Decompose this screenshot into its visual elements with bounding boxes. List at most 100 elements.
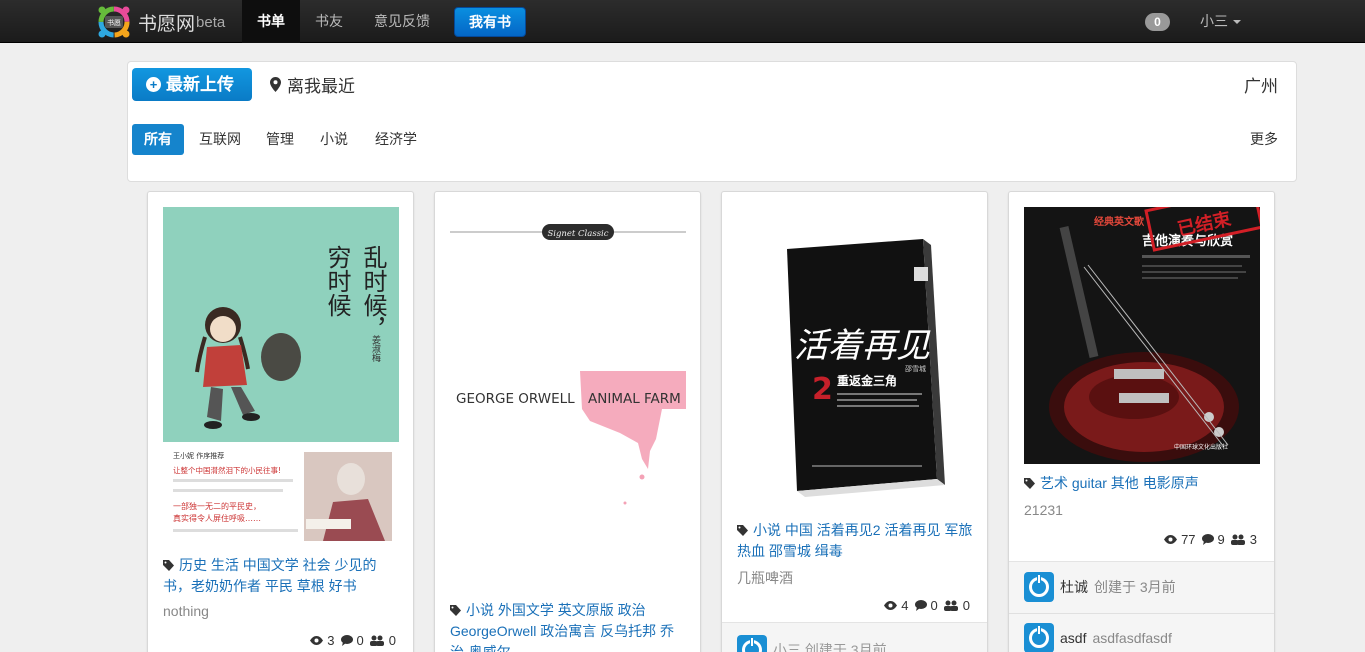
user-name: 小三 — [1200, 13, 1228, 29]
book-stats: 3 0 0 — [310, 633, 398, 648]
tags-icon — [1024, 474, 1037, 489]
comment-item[interactable]: asdf asdfasdfasdf — [1024, 623, 1172, 652]
tag-fiction[interactable]: 小说 — [308, 124, 360, 155]
user-menu[interactable]: 小三 — [1200, 0, 1241, 43]
comment-item[interactable]: 小三 创建于 3月前 — [737, 635, 887, 652]
book-tags[interactable]: 艺术 guitar 其他 电影原声 — [1024, 473, 1260, 494]
svg-text:重返金三角: 重返金三角 — [837, 373, 897, 388]
users-count: 3 — [1249, 532, 1257, 547]
comments-count: 9 — [1217, 532, 1225, 547]
svg-text:活着再见: 活着再见 — [794, 326, 931, 366]
book-stats: 4 0 0 — [884, 598, 972, 613]
book-card[interactable]: Signet Classic GEORGE ORWELL ANIMAL FARM… — [434, 191, 701, 652]
views-count: 77 — [1181, 532, 1196, 547]
users-count: 0 — [962, 598, 970, 613]
book-card[interactable]: 乱时候， 穷时候 姜淑梅 王小妮 作序推荐 让整个中国潸然泪下的小民往事! 一部… — [147, 191, 414, 652]
book-tags-text: 艺术 guitar 其他 电影原声 — [1040, 475, 1199, 491]
comments-count: 0 — [930, 598, 938, 613]
book-cover[interactable]: 乱时候， 穷时候 姜淑梅 王小妮 作序推荐 让整个中国潸然泪下的小民往事! 一部… — [163, 207, 399, 547]
book-card[interactable]: 经典英文歌 吉他演奏与欣赏 已结束 中国环球文化出版社 艺术 guitar 其他… — [1008, 191, 1275, 652]
top-navbar: 书愿 书愿网 beta 书单 书友 意见反馈 我有书 0 小三 — [0, 0, 1365, 43]
book-cover[interactable]: Signet Classic GEORGE ORWELL ANIMAL FARM — [450, 207, 686, 597]
i-have-book-button[interactable]: 我有书 — [454, 7, 526, 37]
users-count: 0 — [388, 633, 396, 648]
book-description: 几瓶啤酒 — [737, 570, 793, 586]
users-icon — [943, 600, 958, 611]
svg-text:Signet Classic: Signet Classic — [547, 229, 608, 239]
tags-icon — [737, 521, 750, 536]
divider — [1009, 613, 1274, 614]
svg-text:ANIMAL FARM: ANIMAL FARM — [588, 391, 681, 407]
nearby-filter[interactable]: 离我最近 — [270, 72, 355, 97]
svg-text:乱时候，: 乱时候， — [359, 245, 387, 341]
book-tags-text: 历史 生活 中国文学 社会 少见的书，老奶奶作者 平民 草根 好书 — [163, 557, 377, 594]
book-cover[interactable]: 经典英文歌 吉他演奏与欣赏 已结束 中国环球文化出版社 — [1024, 207, 1260, 464]
notification-badge[interactable]: 0 — [1145, 13, 1170, 31]
eye-icon — [310, 636, 324, 645]
map-pin-icon — [270, 77, 281, 92]
tag-internet[interactable]: 互联网 — [187, 124, 253, 155]
book-stats: 77 9 3 — [1164, 532, 1259, 547]
more-tags-link[interactable]: 更多 — [1250, 124, 1278, 155]
tag-management[interactable]: 管理 — [254, 124, 306, 155]
nav-feedback[interactable]: 意见反馈 — [364, 0, 440, 43]
eye-icon — [1164, 535, 1178, 544]
comments-count: 0 — [356, 633, 364, 648]
svg-text:穷时候: 穷时候 — [323, 245, 351, 317]
comment-meta: 创建于 3月前 — [1094, 579, 1176, 595]
svg-text:一部独一无二的平民史，: 一部独一无二的平民史， — [173, 501, 261, 511]
book-description: 21231 — [1024, 502, 1063, 518]
svg-text:邵雪城: 邵雪城 — [905, 365, 926, 373]
svg-text:真实得令人屏住呼吸……: 真实得令人屏住呼吸…… — [173, 513, 261, 523]
svg-text:书愿: 书愿 — [107, 18, 121, 27]
svg-text:GEORGE ORWELL: GEORGE ORWELL — [456, 391, 575, 407]
avatar[interactable] — [1024, 572, 1054, 602]
svg-text:让整个中国潸然泪下的小民往事!: 让整个中国潸然泪下的小民往事! — [173, 465, 281, 475]
avatar[interactable] — [1024, 623, 1054, 652]
comment-author: asdf — [1060, 630, 1087, 646]
svg-text:中国环球文化出版社: 中国环球文化出版社 — [1174, 443, 1228, 451]
nav-booklist[interactable]: 书单 — [242, 0, 300, 43]
book-tags-text: 小说 中国 活着再见2 活着再见 军旅 热血 邵雪城 缉毒 — [737, 522, 973, 559]
city-selector[interactable]: 广州 — [1244, 72, 1278, 97]
comment-icon — [340, 635, 353, 646]
brand-name: 书愿网 — [138, 13, 196, 35]
latest-upload-button[interactable]: + 最新上传 — [132, 68, 252, 101]
plus-circle-icon: + — [146, 77, 161, 92]
book-tags[interactable]: 小说 中国 活着再见2 活着再见 军旅 热血 邵雪城 缉毒 — [737, 520, 973, 562]
chevron-down-icon — [1233, 20, 1241, 25]
comment-section: 杜诚 创建于 3月前 asdf asdfasdfasdf — [1009, 561, 1274, 652]
users-icon — [369, 635, 384, 646]
views-count: 4 — [901, 598, 909, 613]
book-description: nothing — [163, 603, 209, 619]
svg-text:经典英文歌: 经典英文歌 — [1094, 215, 1145, 228]
nav-friends[interactable]: 书友 — [304, 0, 354, 43]
tag-all[interactable]: 所有 — [132, 124, 184, 155]
power-icon — [742, 638, 762, 652]
comment-item[interactable]: 杜诚 创建于 3月前 — [1024, 572, 1176, 602]
brand-logo-icon: 书愿 — [96, 4, 132, 40]
brand[interactable]: 书愿 书愿网 beta — [96, 3, 225, 41]
svg-text:2: 2 — [812, 372, 833, 407]
book-card[interactable]: 活着再见 2 重返金三角 邵雪城 小说 中国 活着再见2 活着再见 军旅 热血 … — [721, 191, 988, 652]
eye-icon — [884, 601, 898, 610]
views-count: 3 — [327, 633, 335, 648]
comment-icon — [914, 600, 927, 611]
comment-preview: 小三 创建于 3月前 — [773, 642, 887, 652]
latest-upload-label: 最新上传 — [166, 75, 234, 94]
tag-economics[interactable]: 经济学 — [363, 124, 429, 155]
comment-author: 杜诚 — [1060, 579, 1088, 595]
book-tags[interactable]: 小说 外国文学 英文原版 政治 GeorgeOrwell 政治寓言 反乌托邦 乔… — [450, 600, 686, 652]
nearby-label: 离我最近 — [287, 77, 355, 96]
tags-icon — [163, 556, 176, 571]
book-cover[interactable]: 活着再见 2 重返金三角 邵雪城 — [737, 207, 973, 507]
svg-text:姜淑梅: 姜淑梅 — [370, 334, 381, 363]
book-tags-text: 小说 外国文学 英文原版 政治 GeorgeOrwell 政治寓言 反乌托邦 乔… — [450, 602, 675, 652]
svg-text:王小妮 作序推荐: 王小妮 作序推荐 — [173, 451, 224, 460]
power-icon — [1029, 626, 1049, 648]
avatar[interactable] — [737, 635, 767, 652]
power-icon — [1029, 575, 1049, 597]
comment-icon — [1201, 534, 1214, 545]
book-tags[interactable]: 历史 生活 中国文学 社会 少见的书，老奶奶作者 平民 草根 好书 — [163, 555, 399, 597]
comment-section: 小三 创建于 3月前 — [722, 622, 987, 652]
